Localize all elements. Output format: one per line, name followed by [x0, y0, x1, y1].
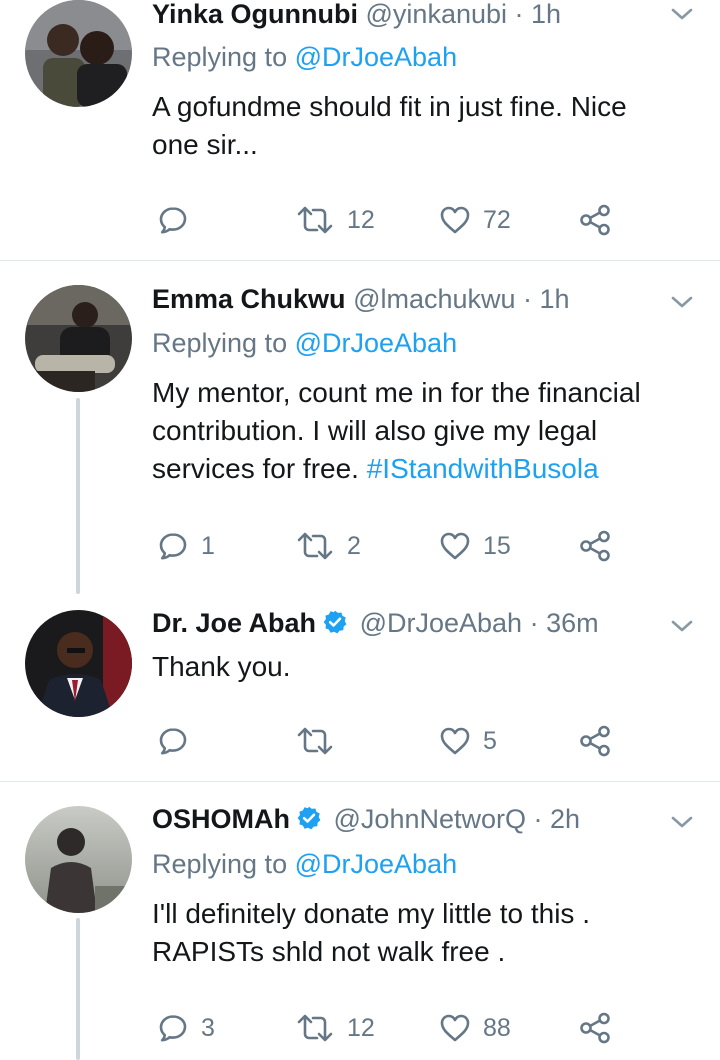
retweet-icon — [295, 725, 335, 757]
timestamp[interactable]: · 1h — [523, 284, 570, 314]
like-button[interactable]: 88 — [439, 1008, 511, 1048]
tweet-text: My mentor, count me in for the financial… — [152, 374, 692, 488]
chevron-down-icon[interactable] — [670, 294, 694, 310]
display-name[interactable]: Dr. Joe Abah — [152, 608, 316, 638]
like-icon — [439, 204, 471, 236]
like-button[interactable]: 5 — [439, 721, 497, 761]
mention-link[interactable]: @DrJoeAbah — [295, 328, 458, 358]
retweet-button[interactable]: 12 — [295, 1008, 375, 1048]
timestamp[interactable]: · 36m — [530, 608, 599, 638]
like-button[interactable]: 72 — [439, 200, 511, 240]
divider — [0, 781, 720, 782]
avatar-image — [25, 285, 132, 392]
chevron-down-icon[interactable] — [670, 618, 694, 634]
divider — [0, 260, 720, 261]
tweet-joe-abah[interactable]: Dr. Joe Abah @DrJoeAbah · 36m Thank you.… — [0, 606, 720, 781]
replying-to-label: Replying to — [152, 42, 295, 72]
avatar[interactable] — [25, 285, 132, 392]
share-button[interactable] — [578, 721, 612, 761]
retweet-icon — [295, 1012, 335, 1044]
reply-icon — [157, 725, 189, 757]
share-icon — [578, 530, 612, 562]
avatar-image — [25, 806, 132, 913]
display-name[interactable]: OSHOMAh — [152, 804, 290, 834]
retweet-button[interactable]: 2 — [295, 526, 361, 566]
mention-link[interactable]: @DrJoeAbah — [295, 849, 458, 879]
reply-icon — [157, 530, 189, 562]
like-count: 88 — [483, 1013, 511, 1042]
like-icon — [439, 1012, 471, 1044]
user-handle[interactable]: @yinkanubi — [366, 0, 508, 29]
tweet-text: A gofundme should fit in just fine. Nice… — [152, 91, 627, 160]
avatar[interactable] — [25, 0, 132, 107]
timestamp[interactable]: · 1h — [515, 0, 562, 29]
tweet-oshomah[interactable]: OSHOMAh @JohnNetworQ · 2h Replying to @D… — [0, 802, 720, 1060]
user-handle[interactable]: @lmachukwu — [353, 284, 515, 314]
tweet-header: Emma Chukwu @lmachukwu · 1h — [152, 282, 570, 316]
tweet-actions: 5 — [0, 721, 720, 761]
user-handle[interactable]: @DrJoeAbah — [360, 608, 523, 638]
tweet-actions: 3 12 88 — [0, 1008, 720, 1048]
like-icon — [439, 725, 471, 757]
like-button[interactable]: 15 — [439, 526, 511, 566]
reply-icon — [157, 1012, 189, 1044]
like-count: 5 — [483, 726, 497, 755]
replying-to-label: Replying to — [152, 849, 295, 879]
tweet-header: Dr. Joe Abah @DrJoeAbah · 36m — [152, 606, 599, 640]
timestamp[interactable]: · 2h — [534, 804, 581, 834]
retweet-count: 12 — [347, 205, 375, 234]
avatar-image — [25, 0, 132, 107]
replying-to: Replying to @DrJoeAbah — [152, 40, 457, 74]
share-button[interactable] — [578, 200, 612, 240]
reply-count: 3 — [201, 1013, 215, 1042]
tweet-header: OSHOMAh @JohnNetworQ · 2h — [152, 802, 580, 836]
tweet-actions: 1 2 15 — [0, 526, 720, 566]
share-button[interactable] — [578, 526, 612, 566]
reply-button[interactable] — [157, 721, 201, 761]
chevron-down-icon[interactable] — [670, 814, 694, 830]
share-button[interactable] — [578, 1008, 612, 1048]
share-icon — [578, 204, 612, 236]
verified-badge-icon — [322, 609, 348, 635]
tweet-emma[interactable]: Emma Chukwu @lmachukwu · 1h Replying to … — [0, 282, 720, 594]
reply-button[interactable]: 3 — [157, 1008, 215, 1048]
display-name[interactable]: Yinka Ogunnubi — [152, 0, 358, 29]
mention-link[interactable]: @DrJoeAbah — [295, 42, 458, 72]
retweet-icon — [295, 530, 335, 562]
chevron-down-icon[interactable] — [670, 6, 694, 22]
reply-button[interactable]: 1 — [157, 526, 215, 566]
retweet-count: 12 — [347, 1013, 375, 1042]
tweet-text: Thank you. — [152, 651, 291, 682]
like-icon — [439, 530, 471, 562]
tweet-header: Yinka Ogunnubi @yinkanubi · 1h — [152, 0, 561, 31]
user-handle[interactable]: @JohnNetworQ — [334, 804, 526, 834]
reply-button[interactable] — [157, 200, 201, 240]
hashtag-link[interactable]: #IStandwithBusola — [367, 453, 599, 484]
display-name[interactable]: Emma Chukwu — [152, 284, 346, 314]
like-count: 72 — [483, 205, 511, 234]
share-icon — [578, 725, 612, 757]
tweet-actions: 12 72 — [0, 200, 720, 240]
verified-badge-icon — [296, 805, 322, 831]
like-count: 15 — [483, 531, 511, 560]
retweet-button[interactable]: 12 — [295, 200, 375, 240]
replying-to: Replying to @DrJoeAbah — [152, 326, 457, 360]
avatar[interactable] — [25, 806, 132, 913]
retweet-count: 2 — [347, 531, 361, 560]
share-icon — [578, 1012, 612, 1044]
tweet-yinka[interactable]: Yinka Ogunnubi @yinkanubi · 1h Replying … — [0, 0, 720, 260]
tweet-text: I'll definitely donate my little to this… — [152, 898, 590, 967]
reply-count: 1 — [201, 531, 215, 560]
avatar[interactable] — [25, 610, 132, 717]
retweet-icon — [295, 204, 335, 236]
replying-to: Replying to @DrJoeAbah — [152, 847, 457, 881]
reply-icon — [157, 204, 189, 236]
avatar-image — [25, 610, 132, 717]
replying-to-label: Replying to — [152, 328, 295, 358]
retweet-button[interactable] — [295, 721, 347, 761]
